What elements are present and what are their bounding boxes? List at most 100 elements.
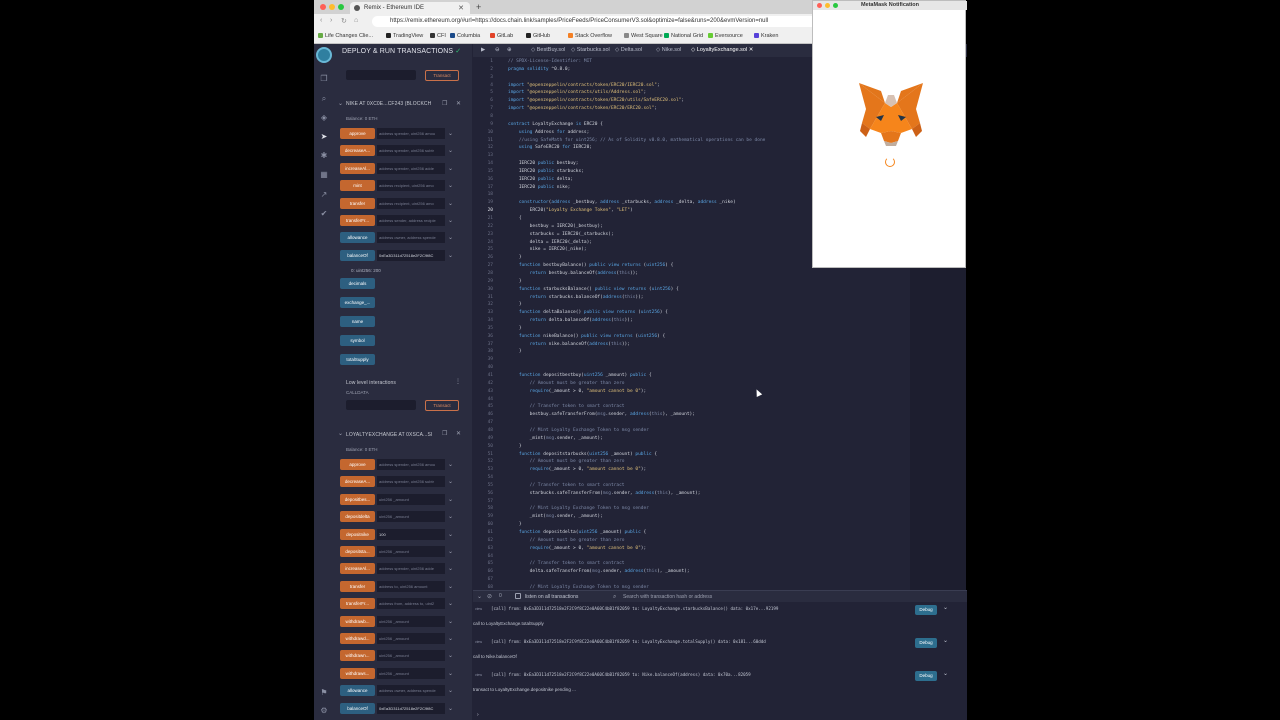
unit-test-icon[interactable]: ✔ <box>319 209 329 218</box>
new-tab-icon[interactable]: + <box>476 2 481 12</box>
function-args-input[interactable]: uint256 _amount <box>377 667 445 679</box>
function-button-allowance[interactable]: allowance <box>340 232 375 244</box>
chevron-down-icon[interactable]: ⌄ <box>448 531 453 538</box>
function-args-input[interactable]: address to, uint256 amount <box>377 580 445 592</box>
file-explorer-icon[interactable]: ❐ <box>319 74 329 83</box>
remix-logo-icon[interactable] <box>316 47 332 63</box>
function-button-increaseal[interactable]: increaseAl... <box>340 162 375 174</box>
function-button-decreasea[interactable]: decreaseA... <box>340 145 375 157</box>
chevron-down-icon[interactable]: ⌄ <box>448 652 453 659</box>
call-button-totalsupply[interactable]: totalSupply <box>340 354 375 365</box>
function-args-input[interactable]: uint256 _amount <box>377 615 445 627</box>
editor-tab[interactable]: ◇ Starbucks.sol <box>571 47 610 53</box>
function-button-balanceof[interactable]: balanceOf <box>340 249 375 261</box>
function-args-input[interactable]: 100 <box>377 528 445 540</box>
call-button-decimals[interactable]: decimals <box>340 278 375 289</box>
chevron-down-icon[interactable]: ⌄ <box>448 705 453 712</box>
function-args-input[interactable]: address spender, uint256 adde <box>377 162 445 174</box>
chevron-down-icon[interactable]: ⌄ <box>448 217 453 224</box>
calldata-input[interactable] <box>346 400 416 410</box>
function-args-input[interactable]: address recipient, uint256 amo <box>377 197 445 209</box>
function-args-input[interactable]: address from, address to, uint2 <box>377 598 445 610</box>
transact-button[interactable]: Transact <box>425 400 459 411</box>
collapse-terminal-icon[interactable]: ⌄ <box>477 593 482 600</box>
function-button-allowance[interactable]: allowance <box>340 685 375 697</box>
chevron-down-icon[interactable]: ⌄ <box>448 687 453 694</box>
bookmark-item[interactable]: National Grid <box>664 33 703 39</box>
call-button-symbol[interactable]: symbol <box>340 335 375 346</box>
function-button-transferfr[interactable]: transferFr... <box>340 215 375 226</box>
calldata-input-top[interactable] <box>346 70 416 80</box>
more-options-icon[interactable]: ⋮ <box>455 378 461 385</box>
transact-button-top[interactable]: Transact <box>425 70 459 81</box>
close-window-icon[interactable] <box>320 4 326 10</box>
bookmark-item[interactable]: Eversource <box>708 33 743 39</box>
function-button-depositsta[interactable]: depositsta... <box>340 546 375 557</box>
chevron-down-icon[interactable]: ⌄ <box>448 670 453 677</box>
function-args-input[interactable]: uint256 _amount <box>377 546 445 557</box>
function-button-withdrawd[interactable]: withdrawd... <box>340 633 375 644</box>
function-button-approve[interactable]: approve <box>340 128 375 139</box>
bookmark-item[interactable]: West Square <box>624 33 663 39</box>
analysis-icon[interactable]: ↗ <box>319 190 329 199</box>
chevron-down-icon[interactable]: ⌄ <box>448 548 453 555</box>
function-button-mint[interactable]: mint <box>340 180 375 192</box>
call-button-name[interactable]: name <box>340 316 375 327</box>
function-args-input[interactable]: address spender, uint256 subtr <box>377 476 445 488</box>
chevron-down-icon[interactable]: ⌄ <box>448 147 453 154</box>
chevron-down-icon[interactable]: ⌄ <box>448 496 453 503</box>
bookmark-item[interactable]: GitHub <box>526 33 550 39</box>
home-icon[interactable]: ⌂ <box>354 17 358 24</box>
function-button-transferfr[interactable]: transferFr... <box>340 598 375 610</box>
function-button-transfer[interactable]: transfer <box>340 197 375 209</box>
chevron-down-icon[interactable]: ⌄ <box>448 600 453 607</box>
function-button-depositdelta[interactable]: depositdelta <box>340 511 375 523</box>
listen-checkbox[interactable] <box>515 593 521 599</box>
editor-tab[interactable]: ◇ Delta.sol <box>615 47 642 53</box>
chevron-down-icon[interactable]: ⌄ <box>448 513 453 520</box>
chevron-down-icon[interactable]: ⌄ <box>448 618 453 625</box>
copy-icon[interactable]: ❐ <box>442 100 447 107</box>
function-args-input[interactable]: address owner, address spende <box>377 685 445 697</box>
zoom-in-icon[interactable]: ⊕ <box>507 47 512 53</box>
close-icon-2[interactable]: ✕ <box>456 430 461 437</box>
function-button-withdrawn[interactable]: withdrawn... <box>340 650 375 662</box>
function-args-input[interactable]: address spender, uint256 amou <box>377 459 445 470</box>
chevron-down-icon[interactable]: ⌄ <box>448 252 453 259</box>
function-args-input[interactable]: address owner, address spende <box>377 232 445 244</box>
debug-button[interactable]: Debug <box>915 605 937 615</box>
debug-button[interactable]: Debug <box>915 671 937 681</box>
function-button-withdrawb[interactable]: withdrawb... <box>340 615 375 627</box>
function-button-increaseal[interactable]: increaseAl... <box>340 563 375 575</box>
zoom-out-icon[interactable]: ⊖ <box>495 47 500 53</box>
back-icon[interactable]: ‹ <box>320 17 322 24</box>
chevron-down-icon[interactable]: ⌄ <box>448 234 453 241</box>
function-args-input[interactable]: 0xEa3D311d72518e2F2C9f8C <box>377 702 445 714</box>
chevron-down-icon[interactable]: ⌄ <box>448 478 453 485</box>
forward-icon[interactable]: › <box>330 17 332 24</box>
chevron-down-icon[interactable]: ⌄ <box>943 670 948 677</box>
minimize-window-icon[interactable] <box>329 4 335 10</box>
copy-icon-2[interactable]: ❐ <box>442 430 447 437</box>
chevron-down-icon[interactable]: ⌄ <box>448 635 453 642</box>
plugin-icon[interactable]: ▦ <box>319 170 329 179</box>
plugin-manager-icon[interactable]: ⚑ <box>319 688 329 697</box>
chevron-down-icon[interactable]: ⌄ <box>448 130 453 137</box>
chevron-down-icon[interactable]: ⌄ <box>448 583 453 590</box>
function-button-approve[interactable]: approve <box>340 459 375 470</box>
maximize-window-icon[interactable] <box>338 4 344 10</box>
reload-icon[interactable]: ↻ <box>341 17 347 25</box>
function-args-input[interactable]: address recipient, uint256 amo <box>377 180 445 192</box>
function-args-input[interactable]: address spender, uint256 subtr <box>377 145 445 157</box>
mm-close-icon[interactable] <box>817 3 822 8</box>
nike-instance-title[interactable]: NIKE AT 0XC0E...CF243 (BLOCKCH <box>346 101 431 107</box>
function-args-input[interactable]: 0xEa3D311d72518e2F2C9f8C <box>377 249 445 261</box>
settings-gear-icon[interactable]: ⚙ <box>319 706 329 715</box>
function-args-input[interactable]: uint256 _amount <box>377 650 445 662</box>
transaction-search-input[interactable]: ⌕ Search with transaction hash or addres… <box>613 592 783 602</box>
bookmark-item[interactable]: GitLab <box>490 33 513 39</box>
chevron-down-icon[interactable]: ⌄ <box>448 565 453 572</box>
deploy-run-icon[interactable]: ➤ <box>319 132 329 141</box>
editor-tab[interactable]: ◇ LoyaltyExchange.sol ✕ <box>691 47 753 53</box>
function-button-balanceof[interactable]: balanceOf <box>340 702 375 714</box>
